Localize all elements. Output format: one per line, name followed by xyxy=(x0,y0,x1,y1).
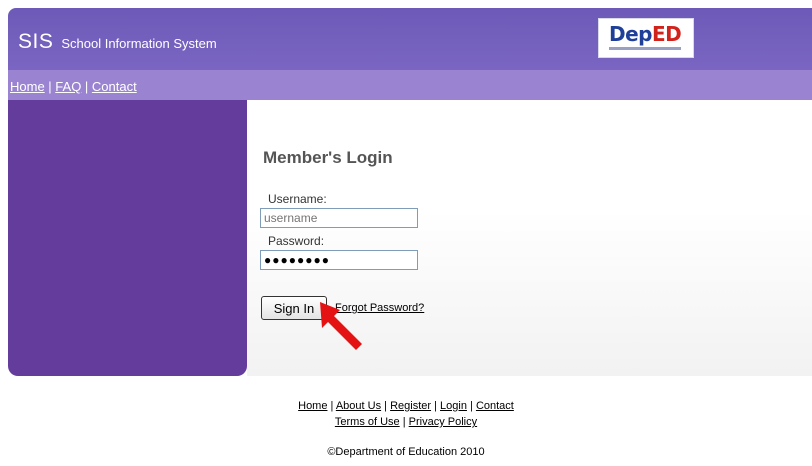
footer-login-link[interactable]: Login xyxy=(440,400,467,412)
nav-faq-link[interactable]: FAQ xyxy=(55,79,81,94)
username-input[interactable] xyxy=(260,208,418,228)
logo-dep-text: Dep xyxy=(609,22,652,46)
top-navbar: Home | FAQ | Contact xyxy=(8,70,812,100)
red-arrow-pointer-icon xyxy=(320,302,362,350)
site-header: SIS School Information System DepED xyxy=(8,8,812,70)
brand: SIS School Information System xyxy=(18,30,217,54)
password-label: Password: xyxy=(268,234,325,248)
footer-privacy-link[interactable]: Privacy Policy xyxy=(409,416,477,428)
login-title: Member's Login xyxy=(263,148,393,167)
left-sidebar xyxy=(8,100,247,376)
footer-register-link[interactable]: Register xyxy=(390,400,431,412)
password-input[interactable]: ●●●●●●●● xyxy=(260,250,418,270)
logo-subtext-bar xyxy=(609,47,681,50)
footer-contact-link[interactable]: Contact xyxy=(476,400,514,412)
footer-links-row1: Home | About Us | Register | Login | Con… xyxy=(298,400,514,412)
footer-links-row2: Terms of Use | Privacy Policy xyxy=(334,416,478,428)
logo-ed-text: ED xyxy=(651,22,682,46)
brand-abbr: SIS xyxy=(18,30,54,53)
nav-contact-link[interactable]: Contact xyxy=(92,79,137,94)
nav-home-link[interactable]: Home xyxy=(10,79,45,94)
brand-title: School Information System xyxy=(61,36,217,51)
footer-terms-link[interactable]: Terms of Use xyxy=(335,416,400,428)
footer-copyright: ©Department of Education 2010 xyxy=(327,446,485,458)
footer-about-link[interactable]: About Us xyxy=(336,400,381,412)
deped-logo: DepED xyxy=(598,18,694,58)
footer-home-link[interactable]: Home xyxy=(298,400,327,412)
username-label: Username: xyxy=(268,192,327,206)
